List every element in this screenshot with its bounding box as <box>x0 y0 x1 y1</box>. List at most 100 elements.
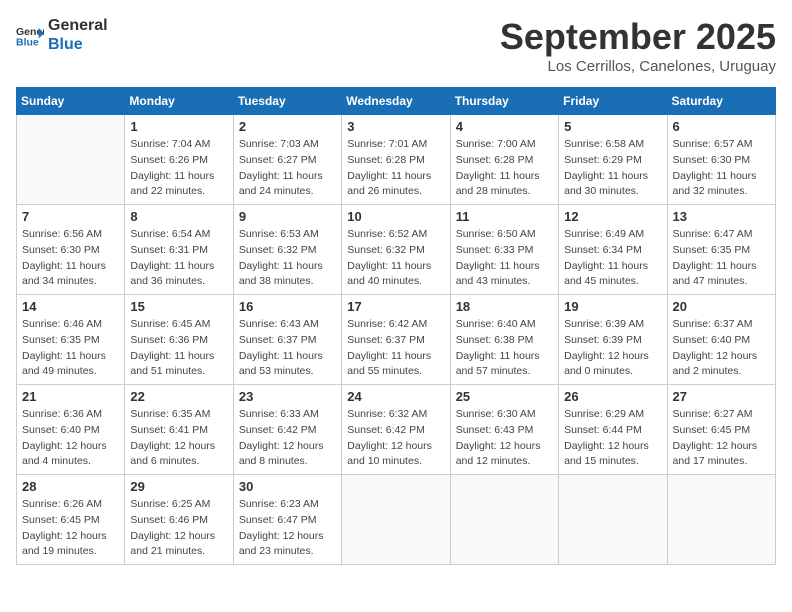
day-info: Sunrise: 7:01 AMSunset: 6:28 PMDaylight:… <box>347 137 444 200</box>
calendar-cell: 14 Sunrise: 6:46 AMSunset: 6:35 PMDayligh… <box>17 295 125 385</box>
calendar-cell: 6 Sunrise: 6:57 AMSunset: 6:30 PMDaylight… <box>667 115 775 205</box>
day-info: Sunrise: 6:27 AMSunset: 6:45 PMDaylight:… <box>673 407 770 470</box>
calendar-cell: 28 Sunrise: 6:26 AMSunset: 6:45 PMDayligh… <box>17 475 125 565</box>
day-info: Sunrise: 6:32 AMSunset: 6:42 PMDaylight:… <box>347 407 444 470</box>
calendar-cell: 17 Sunrise: 6:42 AMSunset: 6:37 PMDayligh… <box>342 295 450 385</box>
calendar-cell: 26 Sunrise: 6:29 AMSunset: 6:44 PMDayligh… <box>559 385 667 475</box>
day-number: 20 <box>673 299 770 314</box>
calendar-cell: 24 Sunrise: 6:32 AMSunset: 6:42 PMDayligh… <box>342 385 450 475</box>
calendar-cell: 15 Sunrise: 6:45 AMSunset: 6:36 PMDayligh… <box>125 295 233 385</box>
calendar-cell <box>667 475 775 565</box>
calendar-cell: 20 Sunrise: 6:37 AMSunset: 6:40 PMDayligh… <box>667 295 775 385</box>
calendar-cell <box>342 475 450 565</box>
day-info: Sunrise: 6:53 AMSunset: 6:32 PMDaylight:… <box>239 227 336 290</box>
day-number: 14 <box>22 299 119 314</box>
logo-general: General <box>48 16 108 35</box>
weekday-header-cell: Thursday <box>450 88 558 115</box>
calendar-cell: 21Sunrise: 6:36 AMSunset: 6:40 PMDayligh… <box>17 385 125 475</box>
calendar-row: 14 Sunrise: 6:46 AMSunset: 6:35 PMDayligh… <box>17 295 776 385</box>
day-number: 23 <box>239 389 336 404</box>
calendar-cell: 29 Sunrise: 6:25 AMSunset: 6:46 PMDayligh… <box>125 475 233 565</box>
weekday-header-row: SundayMondayTuesdayWednesdayThursdayFrid… <box>17 88 776 115</box>
day-info: Sunrise: 6:35 AMSunset: 6:41 PMDaylight:… <box>130 407 227 470</box>
day-info: Sunrise: 6:40 AMSunset: 6:38 PMDaylight:… <box>456 317 553 380</box>
day-info: Sunrise: 6:25 AMSunset: 6:46 PMDaylight:… <box>130 497 227 560</box>
day-number: 22 <box>130 389 227 404</box>
calendar-cell: 25 Sunrise: 6:30 AMSunset: 6:43 PMDayligh… <box>450 385 558 475</box>
day-info: Sunrise: 6:30 AMSunset: 6:43 PMDaylight:… <box>456 407 553 470</box>
day-number: 9 <box>239 209 336 224</box>
svg-text:Blue: Blue <box>16 37 39 49</box>
day-number: 4 <box>456 119 553 134</box>
day-info: Sunrise: 6:37 AMSunset: 6:40 PMDaylight:… <box>673 317 770 380</box>
calendar-table: SundayMondayTuesdayWednesdayThursdayFrid… <box>16 87 776 565</box>
day-number: 30 <box>239 479 336 494</box>
day-number: 7 <box>22 209 119 224</box>
day-number: 6 <box>673 119 770 134</box>
calendar-cell: 18 Sunrise: 6:40 AMSunset: 6:38 PMDayligh… <box>450 295 558 385</box>
day-number: 21 <box>22 389 119 404</box>
day-info: Sunrise: 6:42 AMSunset: 6:37 PMDaylight:… <box>347 317 444 380</box>
calendar-row: 21Sunrise: 6:36 AMSunset: 6:40 PMDayligh… <box>17 385 776 475</box>
page-header: General Blue General Blue September 2025… <box>16 16 776 75</box>
day-number: 1 <box>130 119 227 134</box>
day-number: 17 <box>347 299 444 314</box>
calendar-body: 1 Sunrise: 7:04 AMSunset: 6:26 PMDaylight… <box>17 115 776 565</box>
calendar-cell: 12Sunrise: 6:49 AMSunset: 6:34 PMDayligh… <box>559 205 667 295</box>
day-number: 29 <box>130 479 227 494</box>
day-number: 18 <box>456 299 553 314</box>
day-info: Sunrise: 6:56 AMSunset: 6:30 PMDaylight:… <box>22 227 119 290</box>
day-number: 13 <box>673 209 770 224</box>
day-number: 28 <box>22 479 119 494</box>
day-info: Sunrise: 6:43 AMSunset: 6:37 PMDaylight:… <box>239 317 336 380</box>
calendar-cell: 23 Sunrise: 6:33 AMSunset: 6:42 PMDayligh… <box>233 385 341 475</box>
day-info: Sunrise: 6:57 AMSunset: 6:30 PMDaylight:… <box>673 137 770 200</box>
calendar-cell: 8Sunrise: 6:54 AMSunset: 6:31 PMDaylight… <box>125 205 233 295</box>
day-number: 8 <box>130 209 227 224</box>
calendar-cell <box>450 475 558 565</box>
day-number: 25 <box>456 389 553 404</box>
day-number: 5 <box>564 119 661 134</box>
calendar-cell: 9 Sunrise: 6:53 AMSunset: 6:32 PMDaylight… <box>233 205 341 295</box>
location-title: Los Cerrillos, Canelones, Uruguay <box>500 58 776 75</box>
calendar-cell: 19 Sunrise: 6:39 AMSunset: 6:39 PMDayligh… <box>559 295 667 385</box>
day-number: 10 <box>347 209 444 224</box>
calendar-cell: 27 Sunrise: 6:27 AMSunset: 6:45 PMDayligh… <box>667 385 775 475</box>
logo: General Blue General Blue <box>16 16 108 54</box>
day-info: Sunrise: 6:46 AMSunset: 6:35 PMDaylight:… <box>22 317 119 380</box>
day-info: Sunrise: 6:29 AMSunset: 6:44 PMDaylight:… <box>564 407 661 470</box>
day-number: 3 <box>347 119 444 134</box>
calendar-cell <box>17 115 125 205</box>
calendar-row: 28 Sunrise: 6:26 AMSunset: 6:45 PMDayligh… <box>17 475 776 565</box>
day-info: Sunrise: 6:33 AMSunset: 6:42 PMDaylight:… <box>239 407 336 470</box>
calendar-cell: 22 Sunrise: 6:35 AMSunset: 6:41 PMDayligh… <box>125 385 233 475</box>
day-number: 19 <box>564 299 661 314</box>
day-info: Sunrise: 6:52 AMSunset: 6:32 PMDaylight:… <box>347 227 444 290</box>
calendar-cell: 16Sunrise: 6:43 AMSunset: 6:37 PMDayligh… <box>233 295 341 385</box>
weekday-header-cell: Friday <box>559 88 667 115</box>
day-number: 26 <box>564 389 661 404</box>
day-info: Sunrise: 6:23 AMSunset: 6:47 PMDaylight:… <box>239 497 336 560</box>
calendar-cell: 11Sunrise: 6:50 AMSunset: 6:33 PMDayligh… <box>450 205 558 295</box>
day-number: 24 <box>347 389 444 404</box>
weekday-header-cell: Sunday <box>17 88 125 115</box>
logo-icon: General Blue <box>16 21 44 49</box>
day-info: Sunrise: 7:04 AMSunset: 6:26 PMDaylight:… <box>130 137 227 200</box>
day-info: Sunrise: 6:47 AMSunset: 6:35 PMDaylight:… <box>673 227 770 290</box>
day-info: Sunrise: 6:45 AMSunset: 6:36 PMDaylight:… <box>130 317 227 380</box>
calendar-cell: 30 Sunrise: 6:23 AMSunset: 6:47 PMDayligh… <box>233 475 341 565</box>
calendar-cell: 5Sunrise: 6:58 AMSunset: 6:29 PMDaylight… <box>559 115 667 205</box>
calendar-cell: 1 Sunrise: 7:04 AMSunset: 6:26 PMDaylight… <box>125 115 233 205</box>
day-number: 15 <box>130 299 227 314</box>
calendar-row: 1 Sunrise: 7:04 AMSunset: 6:26 PMDaylight… <box>17 115 776 205</box>
day-number: 12 <box>564 209 661 224</box>
day-info: Sunrise: 7:00 AMSunset: 6:28 PMDaylight:… <box>456 137 553 200</box>
calendar-cell <box>559 475 667 565</box>
calendar-cell: 4 Sunrise: 7:00 AMSunset: 6:28 PMDaylight… <box>450 115 558 205</box>
day-info: Sunrise: 6:26 AMSunset: 6:45 PMDaylight:… <box>22 497 119 560</box>
day-number: 27 <box>673 389 770 404</box>
day-info: Sunrise: 6:39 AMSunset: 6:39 PMDaylight:… <box>564 317 661 380</box>
day-info: Sunrise: 6:50 AMSunset: 6:33 PMDaylight:… <box>456 227 553 290</box>
day-info: Sunrise: 7:03 AMSunset: 6:27 PMDaylight:… <box>239 137 336 200</box>
month-title: September 2025 <box>500 16 776 58</box>
